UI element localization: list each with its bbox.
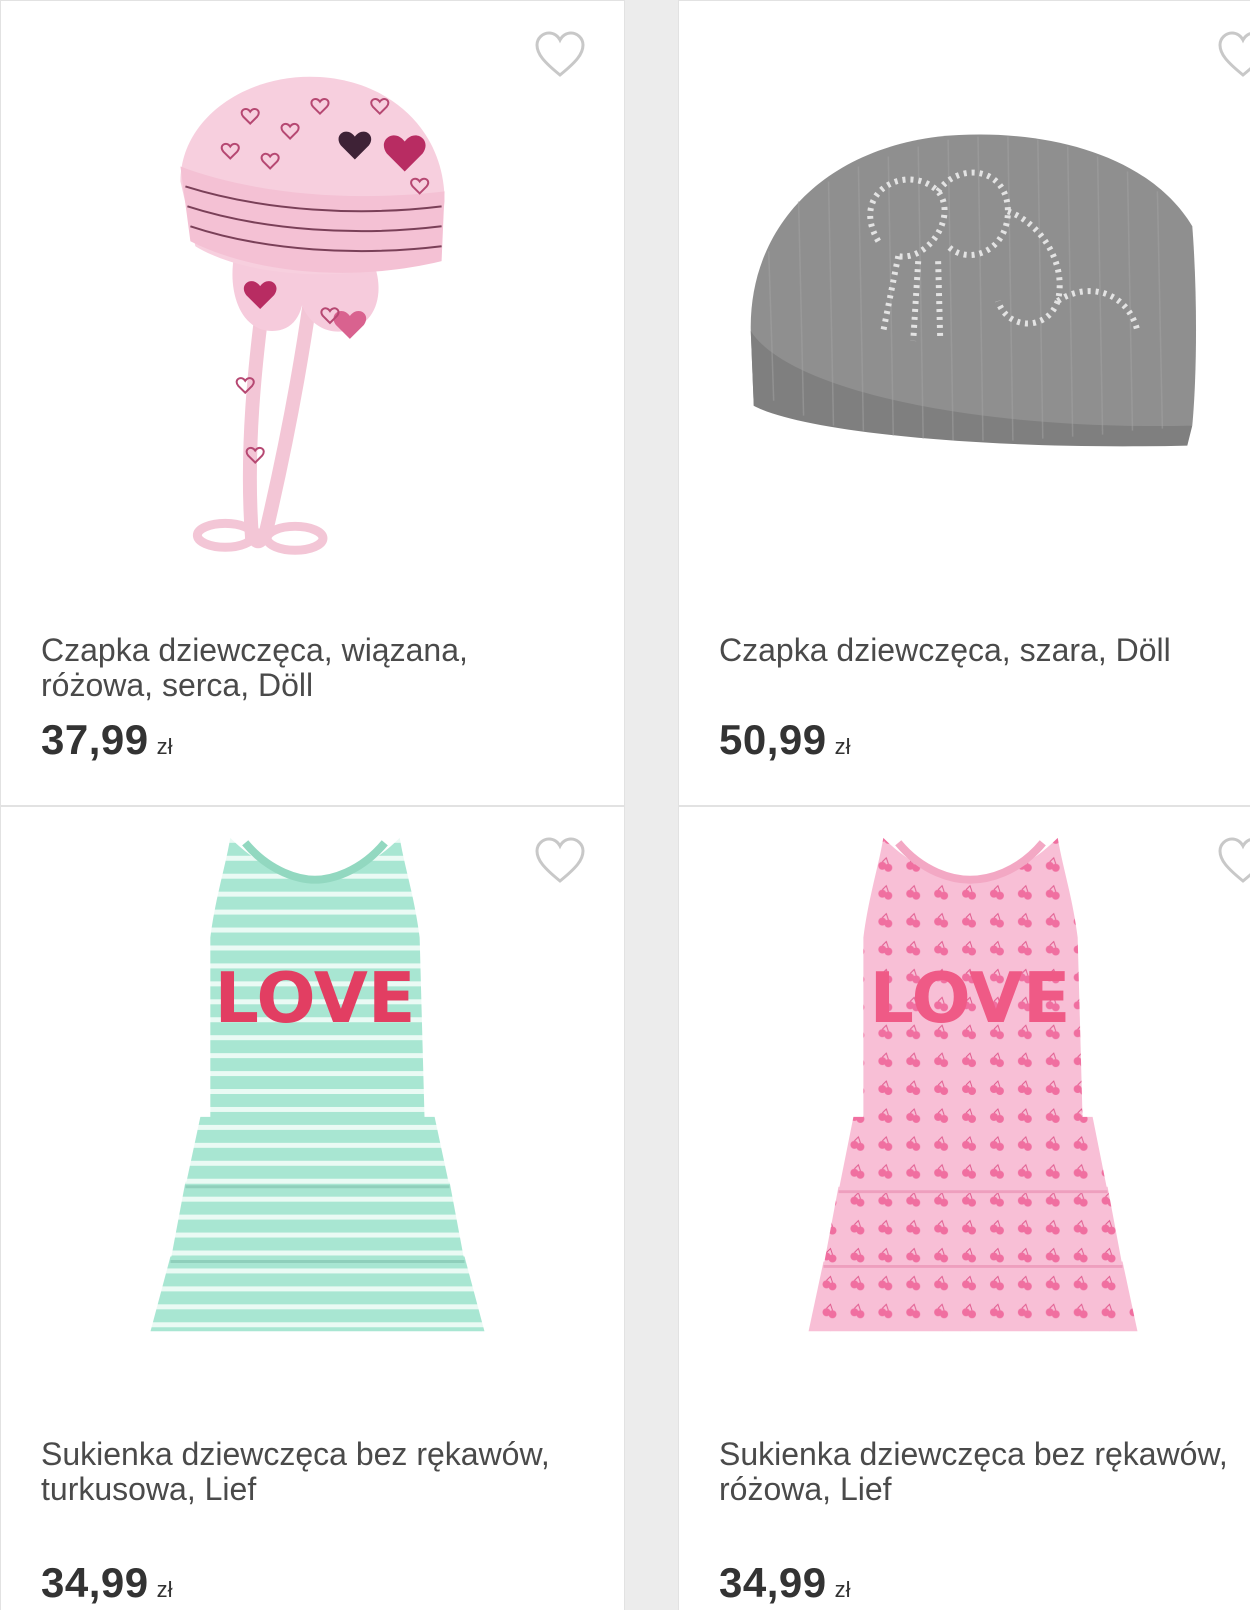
price-currency: zł xyxy=(834,734,851,759)
product-title[interactable]: Czapka dziewczęca, wiązana, różowa, serc… xyxy=(41,633,581,703)
product-image[interactable] xyxy=(679,31,1250,601)
price-amount: 37,99 xyxy=(41,716,149,763)
product-image[interactable]: LOVE xyxy=(679,827,1250,1367)
price-currency: zł xyxy=(156,1577,173,1602)
product-title[interactable]: Czapka dziewczęca, szara, Döll xyxy=(719,633,1250,668)
svg-text:LOVE: LOVE xyxy=(214,958,415,1039)
product-price: 50,99 zł xyxy=(719,716,851,764)
svg-text:LOVE: LOVE xyxy=(869,958,1070,1039)
product-card[interactable]: Czapka dziewczęca, wiązana, różowa, serc… xyxy=(0,0,625,806)
price-currency: zł xyxy=(834,1577,851,1602)
product-grid: Czapka dziewczęca, wiązana, różowa, serc… xyxy=(0,0,1250,1610)
product-price: 34,99 zł xyxy=(719,1559,851,1607)
price-amount: 34,99 xyxy=(719,1559,827,1606)
product-title[interactable]: Sukienka dziewczęca bez rękawów, różowa,… xyxy=(719,1437,1250,1507)
product-price: 34,99 zł xyxy=(41,1559,173,1607)
product-card[interactable]: LOVE Sukienka dziewczęca bez rękawów, ró… xyxy=(678,806,1250,1610)
price-amount: 34,99 xyxy=(41,1559,149,1606)
product-card[interactable]: Czapka dziewczęca, szara, Döll 50,99 zł xyxy=(678,0,1250,806)
product-image[interactable]: LOVE xyxy=(1,827,624,1367)
price-currency: zł xyxy=(156,734,173,759)
product-price: 37,99 zł xyxy=(41,716,173,764)
product-image[interactable] xyxy=(1,31,624,601)
product-title[interactable]: Sukienka dziewczęca bez rękawów, turkuso… xyxy=(41,1437,581,1507)
price-amount: 50,99 xyxy=(719,716,827,763)
product-card[interactable]: LOVE Sukienka dziewczęca bez rękawów, tu… xyxy=(0,806,625,1610)
